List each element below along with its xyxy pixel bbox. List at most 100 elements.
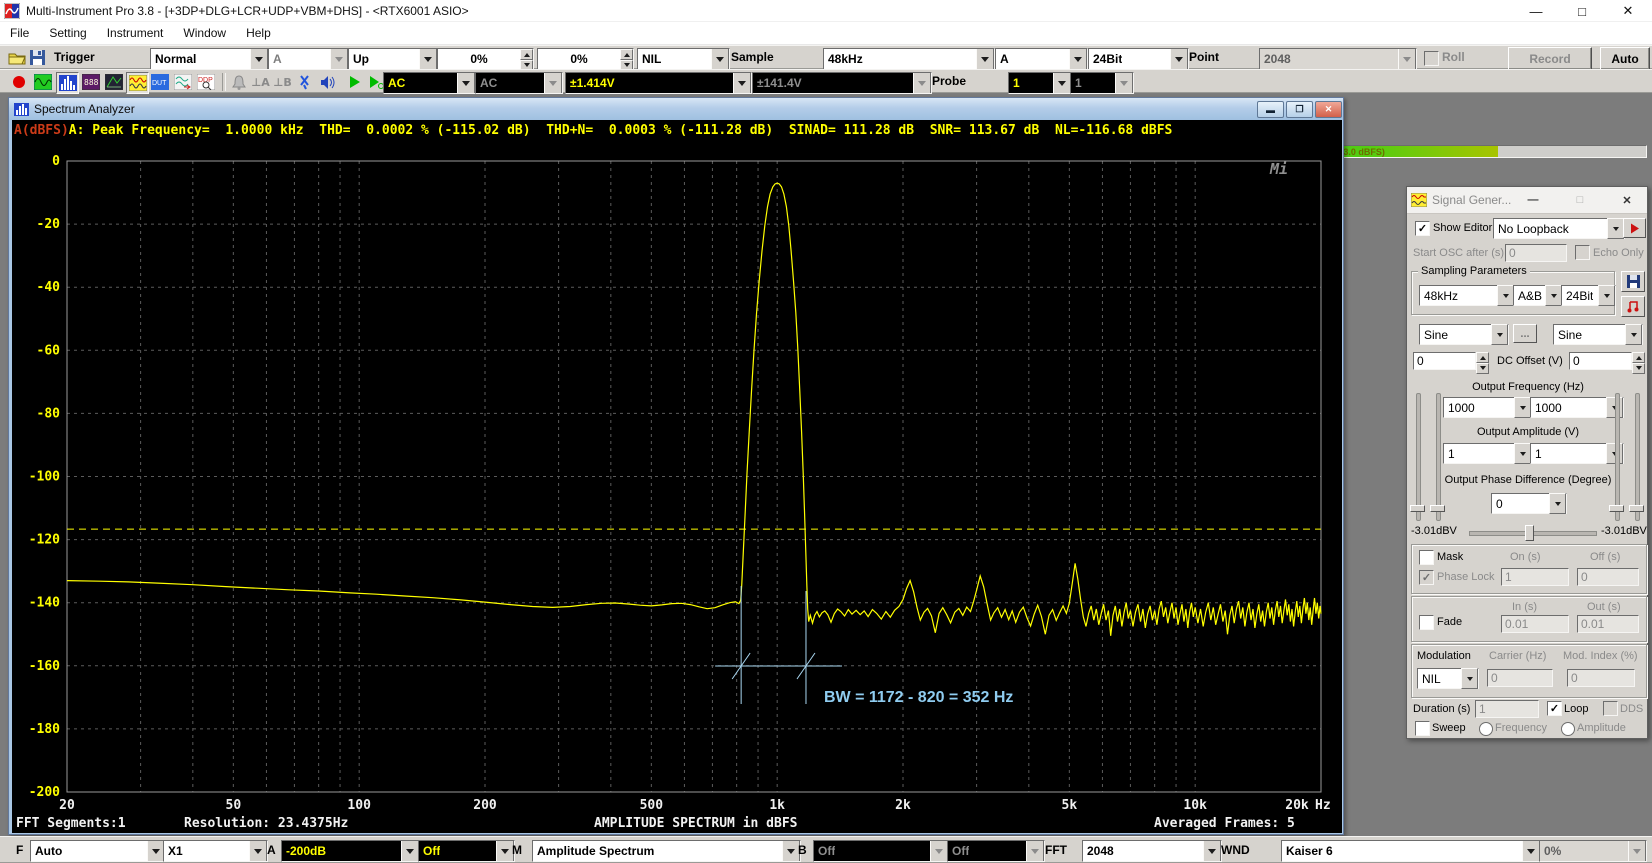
sound-output-icon[interactable] <box>317 72 338 92</box>
waveform-more-button[interactable]: ... <box>1513 324 1537 343</box>
dropdown-arrow-icon[interactable] <box>457 72 475 94</box>
fft-size-select[interactable]: 2048 <box>1082 840 1222 862</box>
dropdown-arrow-icon[interactable] <box>330 48 348 70</box>
up-arrow-icon[interactable] <box>620 49 633 60</box>
level-slider-a-right[interactable] <box>1436 393 1441 521</box>
output-amplitude-a-select[interactable]: 1 <box>1443 443 1532 464</box>
siggen-sample-rate-select[interactable]: 48kHz <box>1419 285 1515 306</box>
menu-file[interactable]: File <box>0 26 39 40</box>
up-arrow-icon[interactable] <box>1476 352 1489 363</box>
data-logger-icon[interactable] <box>172 72 193 92</box>
probe-a-select[interactable]: 1 <box>1008 72 1072 94</box>
up-arrow-icon[interactable] <box>1632 352 1645 363</box>
slider-handle[interactable] <box>1609 505 1624 512</box>
dropdown-arrow-icon[interactable] <box>930 840 948 862</box>
show-editor-checkbox[interactable]: ✓ <box>1415 221 1430 236</box>
trigger-mode-select[interactable]: Normal <box>150 48 269 70</box>
spectrum-maximize-button[interactable]: ❐ <box>1286 101 1313 118</box>
slider-handle[interactable] <box>1430 505 1445 512</box>
siggen-close-button[interactable]: ✕ <box>1619 193 1635 207</box>
record-icon[interactable] <box>8 72 29 92</box>
dropdown-arrow-icon[interactable] <box>976 48 994 70</box>
menu-instrument[interactable]: Instrument <box>97 26 174 40</box>
up-arrow-icon[interactable] <box>520 49 533 60</box>
spectrum-window-titlebar[interactable]: Spectrum Analyzer ▬ ❐ ✕ <box>9 98 1343 120</box>
coupling-a-select[interactable]: AC <box>383 72 476 94</box>
siggen-channels-select[interactable]: A&B <box>1513 285 1563 306</box>
level-slider-a-left[interactable] <box>1416 393 1421 521</box>
spectrum-chart[interactable]: MiBW = 1172 - 820 = 352 Hz20501002005001… <box>12 120 1342 833</box>
siggen-midi-button[interactable] <box>1621 296 1645 317</box>
siggen-bits-select[interactable]: 24Bit <box>1561 285 1616 306</box>
level-slider-b-right[interactable] <box>1635 393 1640 521</box>
dropdown-arrow-icon[interactable] <box>711 48 729 70</box>
hpf-select[interactable]: NIL <box>637 48 730 70</box>
down-arrow-icon[interactable] <box>1632 363 1645 374</box>
multimeter-icon[interactable]: 888 <box>80 72 101 92</box>
dropdown-arrow-icon[interactable] <box>1607 218 1624 239</box>
dropdown-arrow-icon[interactable] <box>733 72 751 94</box>
dut-icon[interactable]: DUT <box>149 72 170 92</box>
probe-calibration-icon[interactable] <box>295 72 316 92</box>
down-arrow-icon[interactable] <box>1476 363 1489 374</box>
sample-rate-select[interactable]: 48kHz <box>823 48 995 70</box>
dropdown-arrow-icon[interactable] <box>1053 72 1071 94</box>
dropdown-arrow-icon[interactable] <box>401 840 419 862</box>
dropdown-arrow-icon[interactable] <box>913 72 931 94</box>
run-icon[interactable] <box>344 72 365 92</box>
dropdown-arrow-icon[interactable] <box>1203 840 1221 862</box>
ddp-viewer-icon[interactable]: DDP <box>195 72 216 92</box>
minimize-button[interactable]: — <box>1516 0 1556 22</box>
loop-checkbox[interactable]: ✓ <box>1547 701 1562 716</box>
oscilloscope-icon[interactable] <box>32 72 53 92</box>
spectrum-mode-select[interactable]: Amplitude Spectrum <box>532 840 801 862</box>
auto-button[interactable]: Auto <box>1600 47 1650 70</box>
trigger-delay-stepper[interactable]: 0% <box>537 48 634 70</box>
dropdown-arrow-icon[interactable] <box>419 48 437 70</box>
dc-offset-a-stepper[interactable] <box>1476 352 1489 370</box>
dc-offset-b-input[interactable] <box>1569 352 1632 370</box>
signal-generator-titlebar[interactable]: Signal Gener... — □ ✕ <box>1407 187 1647 214</box>
spinner-buttons[interactable] <box>620 49 633 69</box>
dropdown-arrow-icon[interactable] <box>1115 72 1133 94</box>
sample-channel-select[interactable]: A <box>995 48 1088 70</box>
spinner-buttons[interactable] <box>520 49 533 69</box>
range-a-select[interactable]: ±1.414V <box>565 72 752 94</box>
loopback-select[interactable]: No Loopback <box>1493 218 1625 239</box>
dropdown-arrow-icon[interactable] <box>1069 48 1087 70</box>
output-phase-select[interactable]: 0 <box>1491 493 1567 514</box>
close-button[interactable]: ✕ <box>1608 0 1648 22</box>
siggen-run-button[interactable] <box>1623 218 1646 238</box>
level-slider-b-left[interactable] <box>1615 393 1620 521</box>
dropdown-arrow-icon[interactable] <box>1026 840 1044 862</box>
trigger-edge-select[interactable]: Up <box>348 48 438 70</box>
ref-a-select[interactable]: Off <box>418 840 515 862</box>
dropdown-arrow-icon[interactable] <box>1628 840 1646 862</box>
range-a-bottom-select[interactable]: -200dB <box>281 840 420 862</box>
sweep-checkbox[interactable] <box>1415 721 1430 736</box>
spectrum-3d-icon[interactable] <box>103 72 124 92</box>
dropdown-arrow-icon[interactable] <box>250 48 268 70</box>
dc-offset-b-stepper[interactable] <box>1632 352 1645 370</box>
menu-setting[interactable]: Setting <box>39 26 96 40</box>
spectrum-close-button[interactable]: ✕ <box>1315 101 1342 118</box>
siggen-save-button[interactable] <box>1621 271 1645 292</box>
mask-checkbox[interactable] <box>1419 550 1434 565</box>
modulation-type-select[interactable]: NIL <box>1417 668 1479 689</box>
menu-help[interactable]: Help <box>236 26 281 40</box>
menu-window[interactable]: Window <box>173 26 236 40</box>
dropdown-arrow-icon[interactable] <box>1598 285 1615 306</box>
open-file-icon[interactable] <box>8 50 26 65</box>
balance-slider-thumb[interactable] <box>1525 525 1534 541</box>
spectrum-analyzer-icon[interactable] <box>56 72 79 94</box>
dropdown-arrow-icon[interactable] <box>1514 397 1531 418</box>
slider-handle[interactable] <box>1410 505 1425 512</box>
bandwidth-cursor[interactable] <box>715 586 842 704</box>
dropdown-arrow-icon[interactable] <box>544 72 562 94</box>
freq-axis-select[interactable]: Auto <box>30 840 166 862</box>
slider-handle[interactable] <box>1629 505 1644 512</box>
save-icon[interactable] <box>30 50 45 65</box>
dropdown-arrow-icon[interactable] <box>249 840 267 862</box>
dropdown-arrow-icon[interactable] <box>1461 668 1478 689</box>
window-function-select[interactable]: Kaiser 6 <box>1281 840 1541 862</box>
